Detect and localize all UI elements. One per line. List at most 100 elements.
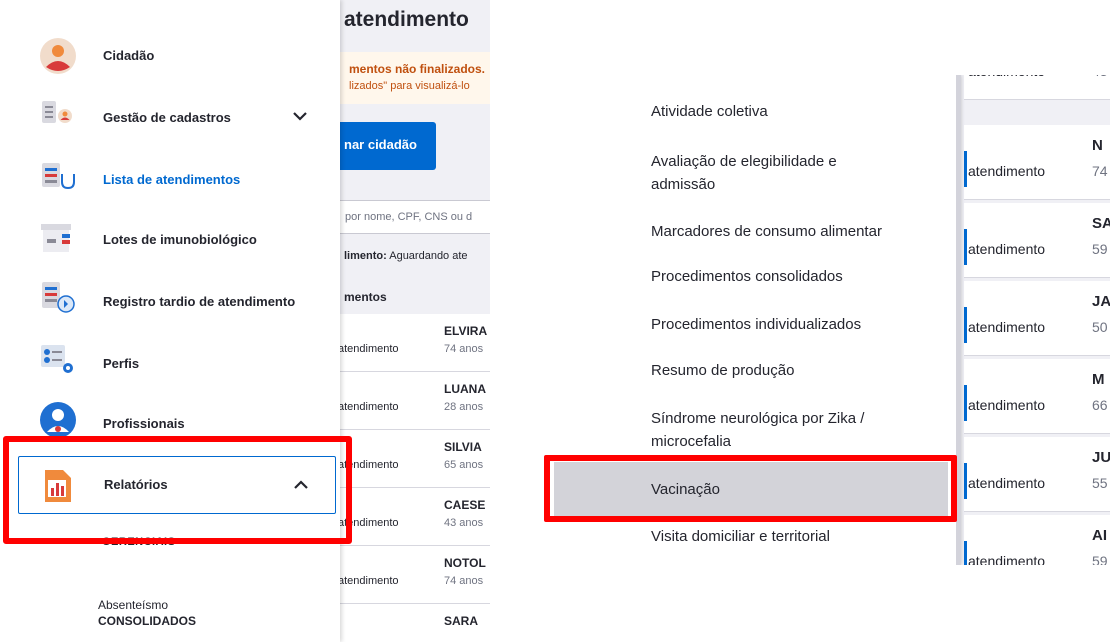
row-age: 43	[1092, 75, 1108, 79]
status-bar	[964, 151, 967, 187]
submenu-item-absenteismo[interactable]: Absenteísmo	[98, 598, 168, 612]
appointment-list-icon	[42, 163, 75, 190]
sidebar-item-label: Profissionais	[103, 416, 185, 431]
row-status: atendimento	[338, 343, 399, 355]
row-status: atendimento	[338, 575, 399, 587]
list-header: mentos	[344, 290, 387, 304]
status-bar	[964, 307, 967, 343]
row-age: 74 anos	[444, 575, 484, 587]
sidebar-item-label: Lista de atendimentos	[103, 172, 241, 187]
list-item[interactable]: atendimento AI 59	[964, 515, 1110, 565]
row-name: LUANA	[444, 382, 486, 396]
menu-item-avaliacao-elegibilidade-line2[interactable]: admissão	[651, 174, 715, 196]
row-age: 59	[1092, 241, 1108, 257]
row-age: 59	[1092, 553, 1108, 565]
menu-item-atividade-coletiva[interactable]: Atividade coletiva	[651, 101, 768, 123]
row-status: atendimento	[338, 401, 399, 413]
list-item[interactable]: atendimento 43	[964, 75, 1110, 100]
profiles-icon	[41, 345, 73, 373]
row-name: SARA	[444, 614, 479, 628]
menu-item-resumo-producao[interactable]: Resumo de produção	[651, 360, 794, 382]
list-item[interactable]: atendimento LUANA 28 anos	[336, 372, 490, 430]
sidebar-item-label: Lotes de imunobiológico	[103, 232, 257, 247]
professionals-icon	[40, 402, 76, 438]
menu-item-sindrome-neurologica[interactable]: Síndrome neurológica por Zika /	[651, 408, 864, 430]
chevron-down-icon[interactable]	[290, 106, 310, 126]
row-status: atendimento	[968, 241, 1046, 257]
add-citizen-button-label: nar cidadão	[344, 137, 417, 152]
list-item[interactable]: SARA	[336, 604, 490, 642]
row-name: CAESE	[444, 498, 486, 512]
row-status: atendimento	[968, 475, 1046, 491]
search-input[interactable]: por nome, CPF, CNS ou d	[336, 200, 490, 234]
row-name: ELVIRA	[444, 324, 488, 338]
list-item[interactable]: atendimento SA 59	[964, 203, 1110, 278]
row-age: 74	[1092, 163, 1108, 179]
list-item[interactable]: atendimento NOTOL 74 anos	[336, 546, 490, 604]
row-status: atendimento	[968, 319, 1046, 335]
list-item[interactable]: atendimento JU 55	[964, 437, 1110, 512]
filter-value: Aguardando ate	[389, 250, 468, 262]
status-bar	[964, 229, 967, 265]
row-name: M	[1092, 371, 1105, 388]
row-age: 43 anos	[444, 517, 484, 529]
alert-title: mentos não finalizados.	[349, 62, 486, 76]
sidebar: Cidadão Gestão de cadastros Lista de ate…	[0, 0, 340, 642]
row-name: NOTOL	[444, 556, 486, 570]
sidebar-item-perfis[interactable]: Perfis	[0, 332, 340, 392]
row-name: SILVIA	[444, 440, 482, 454]
sidebar-item-cidadao[interactable]: Cidadão	[0, 26, 340, 86]
row-name: JU	[1092, 449, 1110, 466]
row-age: 50	[1092, 319, 1108, 335]
row-name: SA	[1092, 215, 1110, 232]
citizen-icon	[40, 38, 76, 74]
vaccine-lot-icon	[41, 224, 71, 252]
row-status: atendimento	[968, 163, 1046, 179]
list-item[interactable]: atendimento CAESE 43 anos	[336, 488, 490, 546]
menu-item-avaliacao-elegibilidade[interactable]: Avaliação de elegibilidade e	[651, 151, 837, 173]
sidebar-item-lotes-imunobiologico[interactable]: Lotes de imunobiológico	[0, 208, 340, 268]
sidebar-item-label: Registro tardio de atendimento	[103, 294, 296, 309]
menu-item-procedimentos-individualizados[interactable]: Procedimentos individualizados	[651, 314, 861, 336]
sidebar-item-label: Cidadão	[103, 48, 155, 63]
alert-text: lizados" para visualizá-lo	[349, 80, 470, 92]
row-status: atendimento	[968, 553, 1046, 565]
add-citizen-button[interactable]: nar cidadão	[336, 122, 436, 170]
status-bar	[964, 463, 967, 499]
row-age: 28 anos	[444, 401, 484, 413]
menu-item-procedimentos-consolidados[interactable]: Procedimentos consolidados	[651, 266, 843, 288]
list-item[interactable]: atendimento ELVIRA 74 anos	[336, 314, 490, 372]
sidebar-item-gestao-cadastros[interactable]: Gestão de cadastros	[0, 86, 340, 146]
menu-item-visita-domiciliar[interactable]: Visita domiciliar e territorial	[651, 526, 830, 548]
submenu-header-consolidados: CONSOLIDADOS	[98, 614, 197, 628]
search-placeholder: por nome, CPF, CNS ou d	[345, 211, 473, 223]
sidebar-item-label: Gestão de cadastros	[103, 110, 231, 125]
list-item[interactable]: atendimento SILVIA 65 anos	[336, 430, 490, 488]
sidebar-item-label: Perfis	[103, 356, 140, 371]
sidebar-item-registro-tardio[interactable]: Registro tardio de atendimento	[0, 270, 340, 330]
warning-alert: mentos não finalizados. lizados" para vi…	[336, 52, 490, 104]
highlight-box-vacinacao	[544, 455, 957, 522]
list-item[interactable]: atendimento N 74	[964, 125, 1110, 200]
row-age: 65 anos	[444, 459, 484, 471]
left-screenshot-panel: atendimento mentos não finalizados. liza…	[0, 0, 490, 642]
list-item[interactable]: atendimento JA 50	[964, 281, 1110, 356]
late-record-icon	[42, 282, 75, 313]
right-screenshot-panel: atendimento 43 atendimento N 74 atendimento…	[544, 75, 1110, 565]
row-name: AI	[1092, 527, 1107, 544]
list-item[interactable]: atendimento M 66	[964, 359, 1110, 434]
highlight-box-relatorios	[3, 436, 352, 544]
row-name: JA	[1092, 293, 1110, 310]
menu-item-marcadores-consumo[interactable]: Marcadores de consumo alimentar	[651, 221, 882, 243]
row-name: N	[1092, 137, 1103, 154]
status-bar	[964, 385, 967, 421]
row-age: 55	[1092, 475, 1108, 491]
registry-icon	[42, 101, 72, 123]
sidebar-item-lista-atendimentos[interactable]: Lista de atendimentos	[0, 148, 340, 208]
row-status: atendimento	[968, 397, 1046, 413]
status-bar	[964, 541, 967, 565]
row-age: 74 anos	[444, 343, 484, 355]
filter-label: limento:	[344, 250, 387, 262]
row-status: atendimento	[968, 75, 1045, 79]
menu-item-sindrome-neurologica-line2[interactable]: microcefalia	[651, 431, 731, 453]
